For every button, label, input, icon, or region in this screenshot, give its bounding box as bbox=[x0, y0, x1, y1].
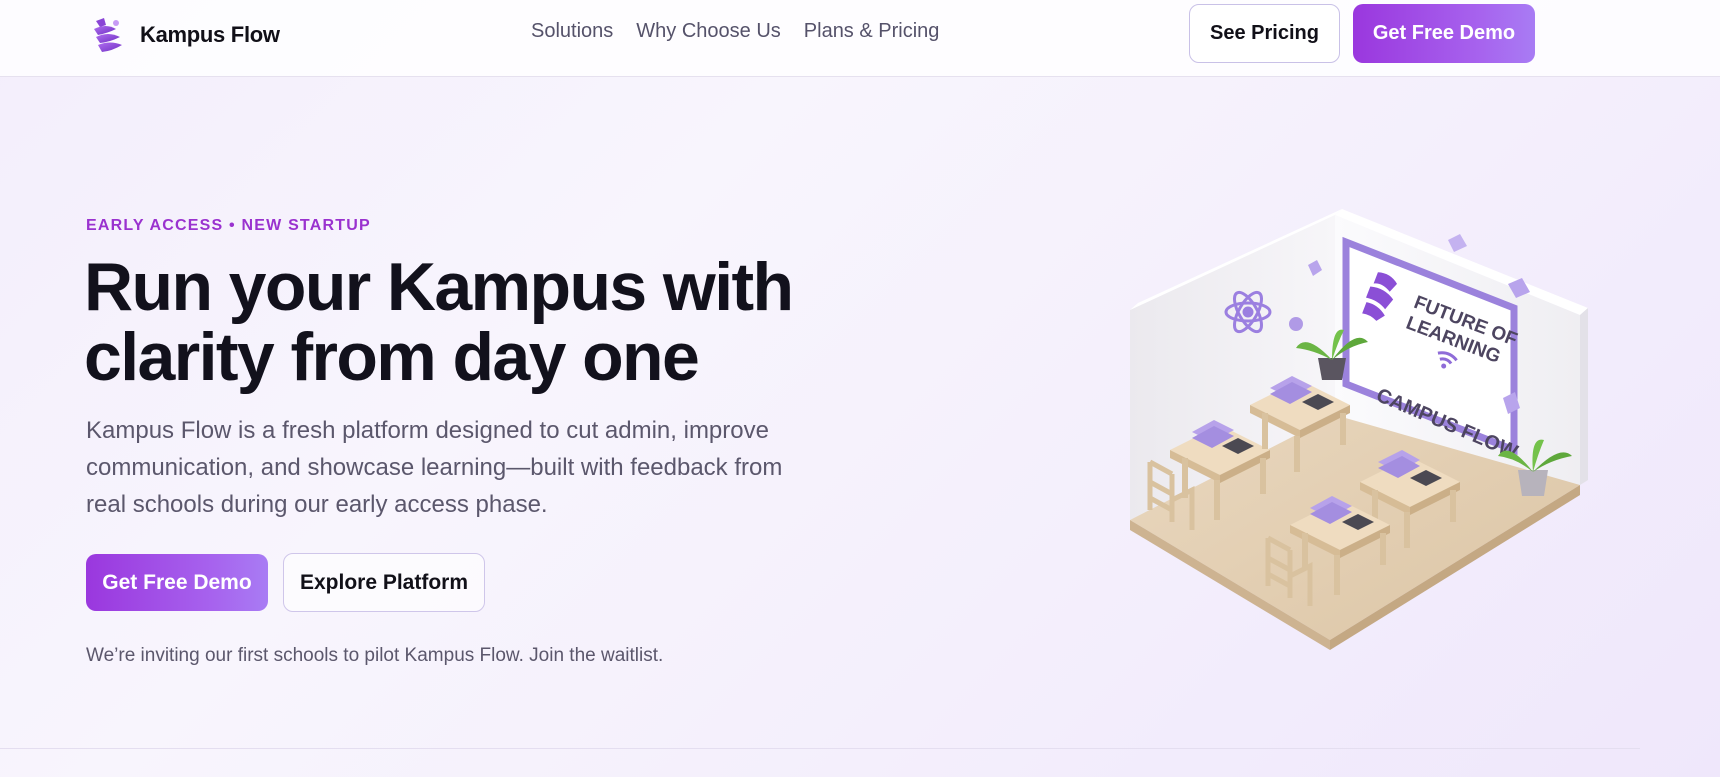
hero-headline: Run your Kampus with clarity from day on… bbox=[84, 252, 844, 392]
section-divider bbox=[0, 748, 1640, 749]
hero-headline-line-1: Run your Kampus with bbox=[84, 249, 794, 325]
brand-logo[interactable]: Kampus Flow bbox=[86, 13, 280, 57]
hero-description: Kampus Flow is a fresh platform designed… bbox=[86, 417, 783, 518]
site-header: Kampus Flow Solutions Why Choose Us Plan… bbox=[0, 0, 1720, 77]
main-nav: Solutions Why Choose Us Plans & Pricing bbox=[531, 20, 939, 43]
waitlist-note: We’re inviting our first schools to pilo… bbox=[86, 645, 664, 666]
classroom-illustration: FUTURE OF LEARNING CAMPUS FLOW bbox=[1110, 200, 1590, 650]
nav-link-why-choose-us[interactable]: Why Choose Us bbox=[636, 20, 781, 43]
see-pricing-button[interactable]: See Pricing bbox=[1189, 4, 1340, 63]
get-free-demo-header-button[interactable]: Get Free Demo bbox=[1353, 4, 1535, 63]
hero-eyebrow: EARLY ACCESS • NEW STARTUP bbox=[86, 217, 371, 234]
isometric-classroom-image: FUTURE OF LEARNING CAMPUS FLOW bbox=[1130, 209, 1588, 650]
kampus-flow-logo-icon bbox=[94, 18, 122, 52]
hero-headline-line-2: clarity from day one bbox=[84, 319, 700, 395]
explore-platform-button[interactable]: Explore Platform bbox=[283, 553, 485, 612]
nav-link-plans-pricing[interactable]: Plans & Pricing bbox=[804, 20, 940, 43]
nav-link-solutions[interactable]: Solutions bbox=[531, 20, 613, 43]
brand-name: Kampus Flow bbox=[140, 22, 280, 47]
get-free-demo-button[interactable]: Get Free Demo bbox=[86, 554, 268, 611]
